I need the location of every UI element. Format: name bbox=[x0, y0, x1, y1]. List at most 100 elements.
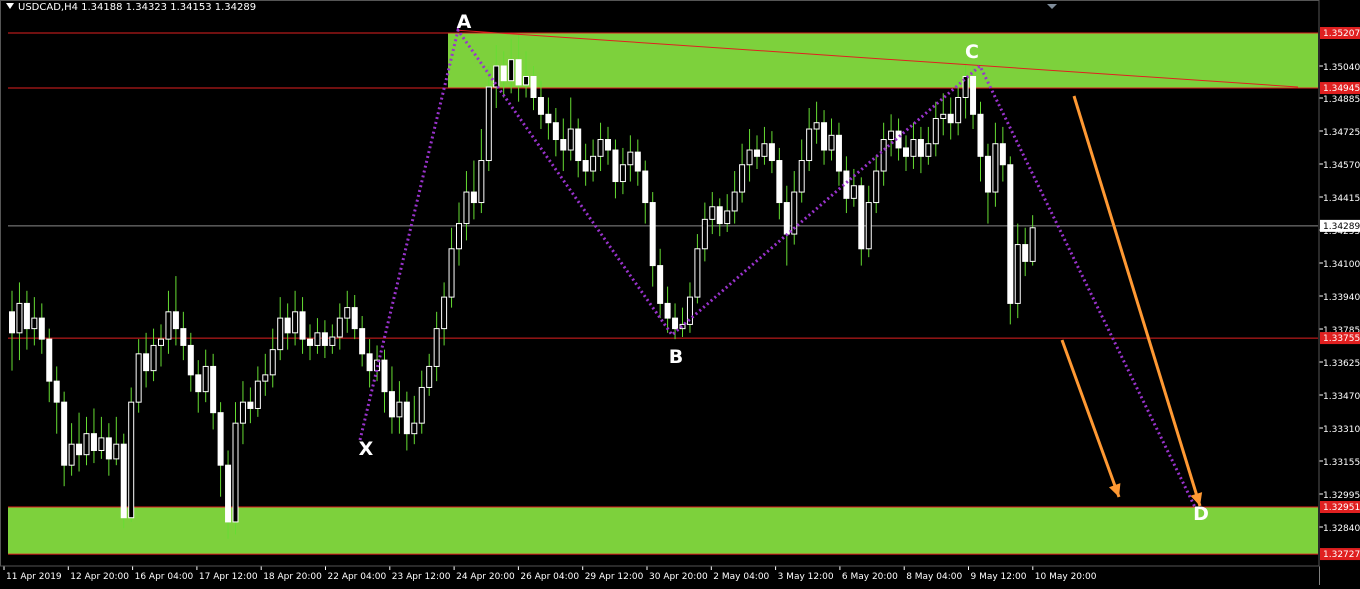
candle-bull bbox=[739, 164, 746, 193]
candle-bull bbox=[888, 130, 895, 141]
candle-bear bbox=[120, 443, 127, 519]
candle-bull bbox=[202, 365, 209, 393]
time-axis-label: 9 May 12:00 bbox=[971, 572, 1027, 582]
candle-bull bbox=[955, 97, 962, 124]
time-axis-label: 29 Apr 12:00 bbox=[585, 572, 644, 582]
candle-bull bbox=[128, 401, 135, 519]
candle-bear bbox=[716, 206, 723, 225]
price-axis-label: 1.34885 bbox=[1323, 95, 1360, 105]
candle-bear bbox=[76, 443, 83, 456]
candle-bear bbox=[999, 143, 1006, 166]
candle-bull bbox=[165, 311, 172, 340]
candle-bear bbox=[225, 464, 232, 523]
candle-bull bbox=[232, 422, 239, 523]
candle-bull bbox=[262, 374, 269, 382]
candle-bear bbox=[947, 113, 954, 124]
candle-bear bbox=[515, 59, 522, 86]
candle-bull bbox=[567, 128, 574, 151]
price-axis-label: 1.33155 bbox=[1323, 458, 1360, 468]
price-tag-label: 1.34945 bbox=[1323, 84, 1360, 94]
candle-bear bbox=[187, 344, 194, 376]
price-axis-label: 1.33625 bbox=[1323, 359, 1360, 369]
time-axis-label: 10 May 20:00 bbox=[1035, 572, 1097, 582]
zone-lower bbox=[8, 507, 1318, 555]
symbol-label: USDCAD,H4 bbox=[18, 2, 78, 13]
time-axis-label: 24 Apr 20:00 bbox=[456, 572, 515, 582]
candle-bull bbox=[113, 443, 120, 460]
candle-bear bbox=[768, 143, 775, 162]
price-axis[interactable]: 1.35040 1.34885 1.34725 1.34570 1.34415 1.342… bbox=[1318, 0, 1360, 585]
candle-bear bbox=[105, 437, 112, 460]
price-axis-label: 1.35040 bbox=[1323, 63, 1360, 73]
candle-bear bbox=[217, 412, 224, 466]
candle-bull bbox=[806, 128, 813, 162]
candle-bull bbox=[709, 206, 716, 220]
price-axis-label: 1.34725 bbox=[1323, 128, 1360, 138]
candle-bull bbox=[925, 143, 932, 157]
candle-bull bbox=[880, 139, 887, 172]
candle-bull bbox=[701, 218, 708, 250]
candle-bull bbox=[254, 380, 261, 409]
candle-bull bbox=[418, 386, 425, 424]
candle-bull bbox=[16, 302, 23, 334]
candle-bear bbox=[917, 139, 924, 157]
candle-bull bbox=[448, 248, 455, 298]
price-axis-label: 1.34570 bbox=[1323, 161, 1360, 171]
candle-bull bbox=[761, 143, 768, 157]
candle-bear bbox=[858, 185, 865, 250]
point-label-d: D bbox=[1193, 503, 1209, 525]
candle-bull bbox=[150, 344, 157, 372]
candle-bull bbox=[83, 433, 90, 456]
price-tag-label: 1.32727 bbox=[1323, 550, 1360, 560]
candle-bull bbox=[269, 349, 276, 376]
point-label-c: C bbox=[965, 41, 979, 63]
candle-bear bbox=[90, 433, 97, 451]
candle-bear bbox=[560, 139, 567, 151]
time-axis-label: 23 Apr 12:00 bbox=[392, 572, 451, 582]
time-axis-label: 11 Apr 2019 bbox=[6, 572, 62, 582]
candle-bull bbox=[523, 75, 530, 86]
candle-bear bbox=[649, 202, 656, 267]
dropdown-triangle-icon[interactable] bbox=[6, 3, 14, 9]
candle-bull bbox=[135, 353, 142, 403]
candle-bear bbox=[664, 302, 671, 319]
candle-bear bbox=[38, 317, 45, 340]
candle-bull bbox=[619, 164, 626, 183]
price-chart[interactable]: X A B C D 1.35040 1.34885 1.34725 1.34570 1.3441… bbox=[0, 0, 1360, 585]
candle-bull bbox=[910, 139, 917, 157]
price-axis-label: 1.32840 bbox=[1323, 524, 1360, 534]
candle-bear bbox=[582, 160, 589, 172]
candle-bear bbox=[247, 401, 254, 409]
candle-bull bbox=[731, 191, 738, 212]
candle-bear bbox=[783, 202, 790, 235]
candle-bull bbox=[992, 143, 999, 193]
candle-bear bbox=[381, 359, 388, 393]
time-axis-label: 30 Apr 20:00 bbox=[649, 572, 708, 582]
candle-bull bbox=[932, 118, 939, 145]
candle-bull bbox=[694, 248, 701, 298]
candle-bear bbox=[672, 317, 679, 330]
candle-bull bbox=[865, 202, 872, 250]
candle-bear bbox=[575, 128, 582, 162]
candle-bear bbox=[642, 170, 649, 204]
price-tag-label: 1.32951 bbox=[1323, 503, 1360, 513]
candle-bear bbox=[366, 353, 373, 372]
candle-bear bbox=[284, 317, 291, 334]
candle-bear bbox=[180, 328, 187, 346]
candle-bear bbox=[657, 265, 664, 304]
chart-window[interactable]: X A B C D 1.35040 1.34885 1.34725 1.34570 1.3441… bbox=[0, 0, 1360, 585]
candle-bear bbox=[977, 113, 984, 157]
candle-bull bbox=[597, 139, 604, 157]
candle-bull bbox=[456, 223, 462, 250]
candle-bear bbox=[984, 155, 991, 193]
time-axis-label: 3 May 12:00 bbox=[778, 572, 834, 582]
candle-bull bbox=[940, 113, 947, 120]
time-axis-label: 22 Apr 04:00 bbox=[328, 572, 387, 582]
candle-bear bbox=[612, 149, 619, 183]
candle-bull bbox=[396, 401, 403, 418]
candle-bull bbox=[478, 160, 485, 204]
candle-bear bbox=[634, 151, 641, 172]
candle-bull bbox=[31, 317, 38, 330]
point-label-a: A bbox=[457, 11, 472, 33]
candle-bull bbox=[411, 422, 418, 435]
